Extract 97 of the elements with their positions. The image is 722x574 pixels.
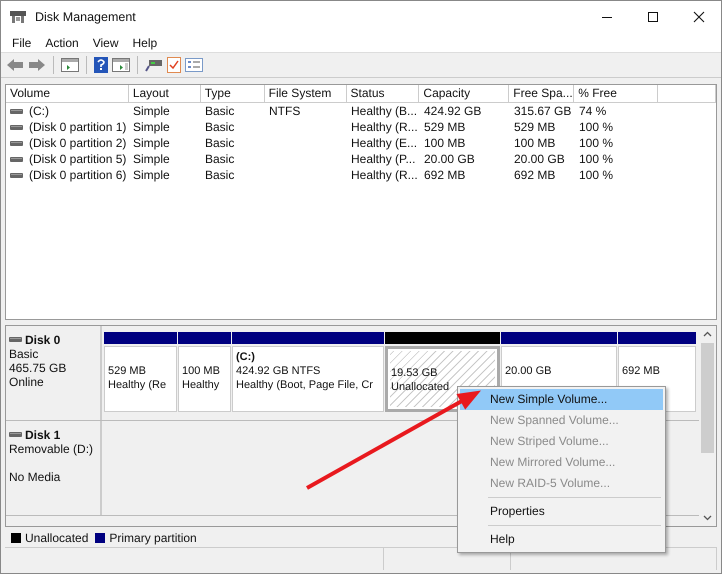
- action-pane-icon[interactable]: [112, 58, 130, 72]
- column-header[interactable]: File System: [264, 85, 347, 102]
- column-header[interactable]: Capacity: [419, 85, 510, 102]
- partition-size: 100 MB: [182, 365, 220, 377]
- window-title: Disk Management: [35, 10, 136, 24]
- partition-status: Healthy (Boot, Page File, Cr: [236, 379, 373, 391]
- table-cell: Healthy (R...: [351, 120, 418, 134]
- partition-block[interactable]: 100 MB Healthy: [178, 346, 231, 412]
- disk-info: Basic: [9, 347, 38, 361]
- partition-size: 692 MB: [622, 365, 660, 377]
- menu-item[interactable]: Action: [38, 36, 86, 50]
- table-cell: Simple: [133, 120, 170, 134]
- drive-icon: [10, 108, 23, 114]
- close-icon[interactable]: [693, 11, 705, 23]
- table-cell: 100 %: [579, 120, 614, 134]
- disk-label-panel[interactable]: Disk 1 Removable (D:) No Media: [6, 421, 102, 515]
- drive-icon: [10, 156, 23, 162]
- column-header[interactable]: Free Spa...: [509, 85, 574, 102]
- table-cell: Simple: [133, 168, 170, 182]
- menu-item[interactable]: Help: [126, 36, 164, 50]
- table-cell: Healthy (R...: [351, 168, 418, 182]
- table-cell: Basic: [205, 104, 234, 118]
- partition-size: 529 MB: [108, 365, 146, 377]
- disk-info: 465.75 GB: [9, 361, 66, 375]
- table-cell: 20.00 GB: [424, 152, 475, 166]
- disk-label-panel[interactable]: Disk 0 Basic 465.75 GB Online: [6, 326, 102, 420]
- table-cell: 74 %: [579, 104, 606, 118]
- partition-block[interactable]: 529 MB Healthy (Re: [104, 346, 177, 412]
- drive-icon: [9, 432, 22, 437]
- partition-size: 19.53 GB: [391, 367, 438, 379]
- drive-icon: [10, 140, 23, 146]
- disk-info: Online: [9, 375, 44, 389]
- menu-item[interactable]: Properties: [460, 501, 663, 522]
- column-header[interactable]: Type: [200, 85, 265, 102]
- table-cell: (Disk 0 partition 6): [29, 168, 126, 182]
- table-cell: NTFS: [269, 104, 300, 118]
- table-cell: 20.00 GB: [514, 152, 565, 166]
- table-cell: 100 MB: [514, 136, 556, 150]
- column-header[interactable]: Status: [346, 85, 420, 102]
- console-tree-icon[interactable]: [61, 58, 79, 72]
- table-cell: Simple: [133, 152, 170, 166]
- table-cell: 529 MB: [514, 120, 556, 134]
- table-cell: 100 %: [579, 168, 614, 182]
- table-cell: (C:): [29, 104, 49, 118]
- partition-status: Unallocated: [391, 381, 450, 393]
- drive-icon: [9, 337, 22, 342]
- table-cell: 529 MB: [424, 120, 466, 134]
- drive-icon: [10, 124, 23, 130]
- table-cell: 424.92 GB: [424, 104, 482, 118]
- table-cell: (Disk 0 partition 2): [29, 136, 126, 150]
- back-arrow-icon[interactable]: [6, 58, 24, 72]
- table-cell: 315.67 GB: [514, 104, 572, 118]
- menu-item[interactable]: Help: [460, 529, 663, 550]
- table-cell: Simple: [133, 104, 170, 118]
- table-cell: 100 %: [579, 136, 614, 150]
- table-cell: 692 MB: [424, 168, 466, 182]
- table-cell: Simple: [133, 136, 170, 150]
- column-header[interactable]: Layout: [128, 85, 201, 102]
- scroll-up-icon[interactable]: [703, 331, 712, 337]
- table-cell: Healthy (P...: [351, 152, 416, 166]
- table-cell: Healthy (E...: [351, 136, 418, 150]
- column-header[interactable]: % Free: [574, 85, 658, 102]
- disk-name: Disk 1: [25, 428, 60, 442]
- maximize-icon[interactable]: [647, 11, 659, 23]
- forward-arrow-icon[interactable]: [28, 58, 46, 72]
- legend-label: Unallocated: [25, 531, 88, 545]
- partition-name: (C:): [236, 351, 255, 363]
- table-cell: Healthy (B...: [351, 104, 418, 118]
- table-cell: Basic: [205, 168, 234, 182]
- table-cell: (Disk 0 partition 1): [29, 120, 126, 134]
- drive-icon[interactable]: [145, 58, 163, 72]
- scroll-thumb[interactable]: [701, 343, 714, 453]
- table-cell: Basic: [205, 120, 234, 134]
- drive-icon: [10, 172, 23, 178]
- table-cell: Basic: [205, 152, 234, 166]
- partition-block[interactable]: (C:) 424.92 GB NTFS Healthy (Boot, Page File, Cr: [232, 346, 384, 412]
- disk-info: No Media: [9, 470, 60, 484]
- table-cell: 692 MB: [514, 168, 556, 182]
- disk-management-icon: [9, 10, 27, 24]
- table-cell: 100 MB: [424, 136, 466, 150]
- menu-item[interactable]: File: [5, 36, 38, 50]
- properties-icon[interactable]: [185, 58, 203, 72]
- disk-info: Removable (D:): [9, 442, 94, 456]
- table-cell: 100 %: [579, 152, 614, 166]
- partition-size: 424.92 GB NTFS: [236, 365, 320, 377]
- partition-size: 20.00 GB: [505, 365, 552, 377]
- disk-name: Disk 0: [25, 332, 60, 346]
- menu-item[interactable]: New Simple Volume...: [460, 389, 663, 410]
- table-cell: Basic: [205, 136, 234, 150]
- table-cell: (Disk 0 partition 5): [29, 152, 126, 166]
- scroll-down-icon[interactable]: [703, 515, 712, 521]
- menu-item[interactable]: View: [86, 36, 126, 50]
- partition-status: Healthy: [182, 379, 220, 391]
- checklist-icon[interactable]: [167, 57, 181, 73]
- partition-status: Healthy (Re: [108, 379, 166, 391]
- legend-label: Primary partition: [109, 531, 197, 545]
- column-header[interactable]: Volume: [6, 85, 129, 102]
